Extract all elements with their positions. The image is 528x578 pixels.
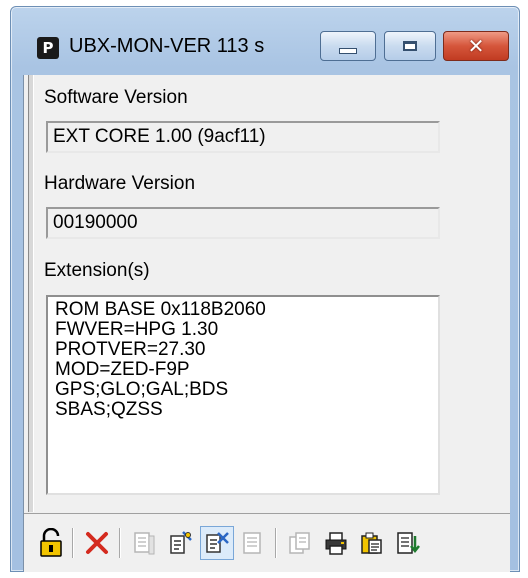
close-button[interactable]: ✕ (443, 31, 509, 61)
hardware-version-field[interactable]: 00190000 (46, 207, 440, 239)
client-area: Software Version EXT CORE 1.00 (9acf11) … (23, 75, 510, 572)
copy-button[interactable] (283, 526, 317, 560)
auto-poll-button[interactable] (200, 526, 234, 560)
print-icon (325, 532, 347, 555)
copy-icon (289, 532, 310, 554)
clipboard-button[interactable] (355, 526, 389, 560)
list-item: MOD=ZED-F9P (55, 359, 190, 380)
list-item: GPS;GLO;GAL;BDS (55, 379, 229, 400)
delete-button[interactable] (80, 526, 114, 560)
delete-icon (86, 532, 108, 554)
print-button[interactable] (319, 526, 353, 560)
lock-open-icon (40, 528, 62, 557)
clipboard-icon (361, 532, 382, 554)
export-button[interactable] (391, 526, 425, 560)
minimize-icon (339, 48, 357, 54)
list-item: ROM BASE 0x118B2060 (55, 299, 266, 320)
lock-button[interactable] (34, 526, 68, 560)
toolbar-separator (275, 528, 277, 558)
list-item: SBAS;QZSS (55, 399, 163, 420)
copy-text-icon (134, 532, 155, 555)
extensions-label: Extension(s) (44, 260, 150, 281)
hardware-version-label: Hardware Version (44, 173, 196, 194)
app-icon: P (37, 37, 59, 59)
document-button[interactable] (236, 526, 270, 560)
left-splitter[interactable] (28, 75, 34, 512)
window-title: UBX-MON-VER 113 s (69, 35, 265, 57)
document-icon (243, 532, 261, 554)
ubx-mon-ver-window: P UBX-MON-VER 113 s ✕ Software Version E… (10, 6, 520, 572)
maximize-button[interactable] (384, 31, 436, 61)
toolbar-separator (72, 528, 74, 558)
close-icon: ✕ (467, 34, 485, 58)
list-item: PROTVER=27.30 (55, 339, 206, 360)
edit-settings-icon (170, 531, 192, 554)
list-item: FWVER=HPG 1.30 (55, 319, 219, 340)
copy-text-button[interactable] (128, 526, 162, 560)
toolbar (24, 513, 510, 572)
title-bar[interactable]: P UBX-MON-VER 113 s ✕ (11, 7, 519, 75)
software-version-field[interactable]: EXT CORE 1.00 (9acf11) (46, 121, 440, 153)
maximize-icon (403, 41, 417, 51)
auto-poll-icon (206, 532, 229, 553)
software-version-label: Software Version (44, 87, 188, 108)
edit-settings-button[interactable] (164, 526, 198, 560)
minimize-button[interactable] (320, 31, 376, 61)
export-icon (397, 532, 420, 554)
toolbar-separator (119, 528, 121, 558)
extensions-list[interactable]: ROM BASE 0x118B2060 FWVER=HPG 1.30 PROTV… (46, 295, 440, 495)
